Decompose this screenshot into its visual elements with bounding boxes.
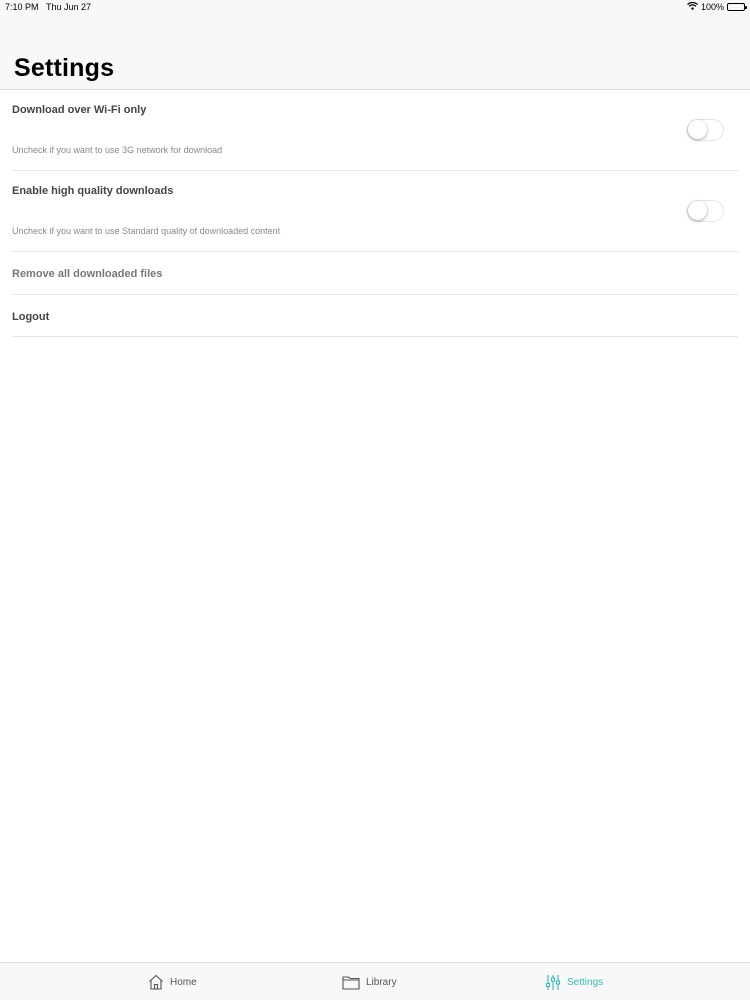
remove-downloads-button[interactable]: Remove all downloaded files xyxy=(12,252,738,295)
high-quality-toggle[interactable] xyxy=(687,200,724,222)
tab-home[interactable]: Home xyxy=(148,963,197,1000)
logout-button[interactable]: Logout xyxy=(12,295,738,337)
folder-icon xyxy=(342,975,360,990)
toggle-knob xyxy=(688,201,707,220)
status-bar: 7:10 PM Thu Jun 27 100% xyxy=(0,0,750,16)
settings-screen: 7:10 PM Thu Jun 27 100% Settings Downloa… xyxy=(0,0,750,1000)
setting-high-quality-subtitle: Uncheck if you want to use Standard qual… xyxy=(12,226,281,236)
logout-label: Logout xyxy=(12,311,50,323)
status-date: Thu Jun 27 xyxy=(46,2,92,12)
home-icon xyxy=(148,974,164,990)
tab-settings[interactable]: Settings xyxy=(545,963,603,1000)
remove-downloads-label: Remove all downloaded files xyxy=(12,268,163,280)
battery-percent: 100% xyxy=(700,2,724,12)
setting-high-quality: Enable high quality downloads Uncheck if… xyxy=(12,171,738,252)
tab-library[interactable]: Library xyxy=(342,963,397,1000)
setting-high-quality-title: Enable high quality downloads xyxy=(12,185,174,197)
setting-wifi-only-title: Download over Wi-Fi only xyxy=(12,104,147,116)
settings-list: Download over Wi-Fi only Uncheck if you … xyxy=(12,90,738,337)
setting-wifi-only: Download over Wi-Fi only Uncheck if you … xyxy=(12,90,738,171)
status-right: 100% xyxy=(687,1,747,12)
tab-library-label: Library xyxy=(366,976,397,988)
status-time: 7:10 PM xyxy=(5,2,39,12)
wifi-icon xyxy=(687,1,698,12)
sliders-icon xyxy=(545,974,561,991)
tab-settings-label: Settings xyxy=(567,976,604,988)
tab-bar: Home Library Settings xyxy=(0,962,750,1000)
toggle-knob xyxy=(688,120,707,139)
page-title: Settings xyxy=(14,54,115,82)
nav-header: Settings xyxy=(0,16,750,90)
tab-home-label: Home xyxy=(170,976,197,988)
wifi-only-toggle[interactable] xyxy=(687,119,724,141)
setting-wifi-only-subtitle: Uncheck if you want to use 3G network fo… xyxy=(12,145,223,155)
battery-icon xyxy=(727,3,747,11)
